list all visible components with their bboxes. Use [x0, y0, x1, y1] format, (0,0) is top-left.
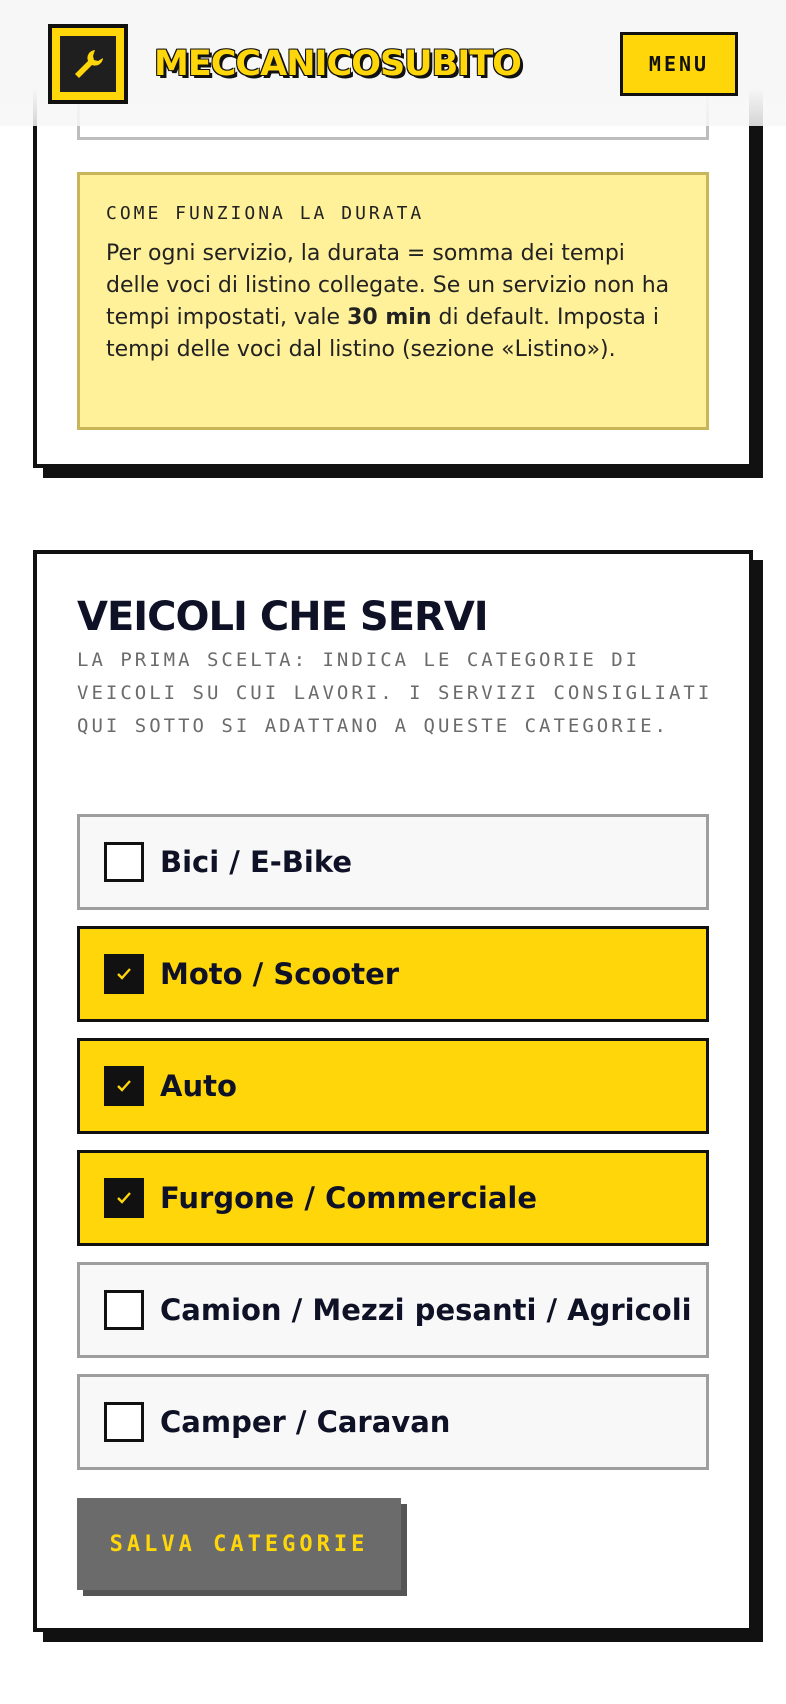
checkbox[interactable] — [104, 1402, 144, 1442]
category-option-bici[interactable]: Bici / E-Bike — [77, 814, 709, 910]
category-label: Auto — [160, 1069, 237, 1103]
brand-name[interactable]: MECCANICOSUBITO — [154, 44, 522, 84]
category-option-camper[interactable]: Camper / Caravan — [77, 1374, 709, 1470]
top-bar: MECCANICOSUBITO MENU — [0, 0, 786, 126]
checkbox[interactable] — [104, 954, 144, 994]
check-icon — [117, 1080, 131, 1092]
checkbox[interactable] — [104, 842, 144, 882]
category-label: Camper / Caravan — [160, 1405, 451, 1439]
checkbox[interactable] — [104, 1178, 144, 1218]
category-label: Bici / E-Bike — [160, 845, 353, 879]
duration-info-text: Per ogni servizio, la durata = somma dei… — [106, 238, 680, 366]
save-categories-button[interactable]: SALVA CATEGORIE — [77, 1498, 401, 1590]
checkbox[interactable] — [104, 1290, 144, 1330]
duration-info-box: COME FUNZIONA LA DURATA Per ogni servizi… — [77, 172, 709, 430]
vehicles-subtitle: LA PRIMA SCELTA: INDICA LE CATEGORIE DI … — [77, 649, 713, 737]
category-option-moto[interactable]: Moto / Scooter — [77, 926, 709, 1022]
category-option-auto[interactable]: Auto — [77, 1038, 709, 1134]
vehicles-title: VEICOLI CHE SERVI — [77, 594, 489, 640]
wrench-icon — [60, 36, 116, 92]
category-label: Camion / Mezzi pesanti / Agricoli — [160, 1293, 692, 1327]
duration-info-title: COME FUNZIONA LA DURATA — [106, 203, 425, 224]
save-button-wrap: SALVA CATEGORIE — [77, 1498, 407, 1596]
check-icon — [117, 968, 131, 980]
checkbox[interactable] — [104, 1066, 144, 1106]
check-icon — [117, 1192, 131, 1204]
vehicle-categories-card: VEICOLI CHE SERVI LA PRIMA SCELTA: INDIC… — [33, 550, 753, 1632]
category-option-furgone[interactable]: Furgone / Commerciale — [77, 1150, 709, 1246]
category-label: Furgone / Commerciale — [160, 1181, 538, 1215]
menu-button[interactable]: MENU — [620, 32, 738, 96]
category-label: Moto / Scooter — [160, 957, 400, 991]
category-option-camion[interactable]: Camion / Mezzi pesanti / Agricoli — [77, 1262, 709, 1358]
default-duration: 30 min — [347, 305, 432, 330]
logo[interactable] — [48, 24, 128, 104]
